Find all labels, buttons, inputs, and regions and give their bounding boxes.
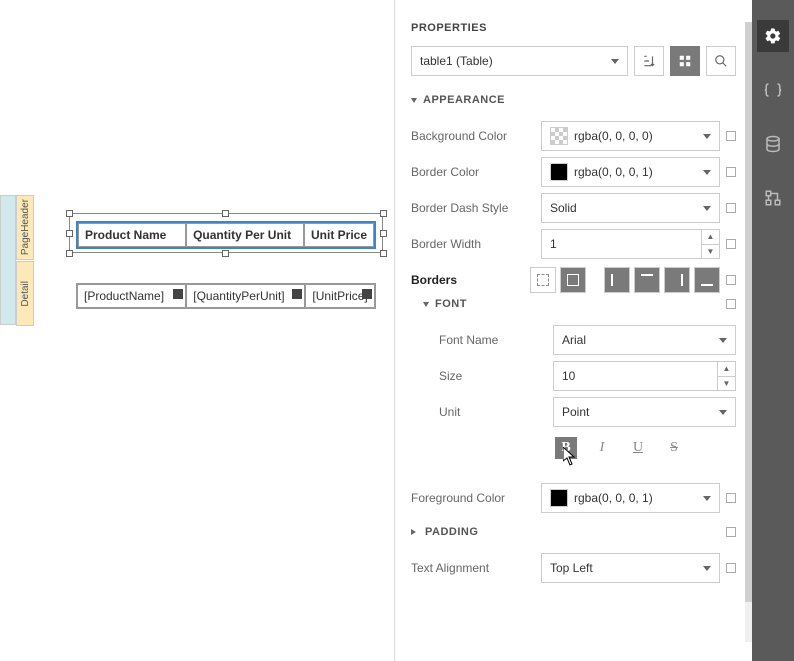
spin-up-icon[interactable]: ▲	[702, 230, 719, 245]
design-canvas[interactable]: PageHeader Detail Product Name Quantity …	[0, 0, 394, 661]
property-marker[interactable]	[726, 275, 736, 285]
spin-up-icon[interactable]: ▲	[718, 362, 735, 377]
border-top-button[interactable]	[634, 267, 660, 293]
bgcolor-dropdown[interactable]: rgba(0, 0, 0, 0)	[541, 121, 720, 151]
fontsize-input[interactable]: 10 ▲▼	[553, 361, 736, 391]
prop-label: Foreground Color	[411, 491, 541, 505]
sort-button[interactable]	[634, 46, 664, 76]
table-cell[interactable]: Quantity Per Unit	[186, 223, 304, 247]
color-swatch-icon	[550, 489, 568, 507]
triangle-right-icon	[411, 529, 419, 535]
borderdash-dropdown[interactable]: Solid	[541, 193, 720, 223]
property-marker[interactable]	[726, 299, 736, 309]
spin-down-icon[interactable]: ▼	[718, 377, 735, 391]
property-marker[interactable]	[726, 203, 736, 213]
right-toolbar	[752, 0, 794, 661]
chevron-down-icon	[703, 206, 711, 211]
property-marker[interactable]	[726, 167, 736, 177]
categorize-button[interactable]	[670, 46, 700, 76]
band-pageheader[interactable]: PageHeader	[16, 195, 34, 260]
fontunit-dropdown[interactable]: Point	[553, 397, 736, 427]
table-cell[interactable]: Product Name	[78, 223, 186, 247]
table-cell[interactable]: [UnitPrice]	[305, 284, 375, 308]
table-cell[interactable]: Unit Price	[304, 223, 374, 247]
vertical-ruler	[0, 195, 16, 325]
object-selector-dropdown[interactable]: table1 (Table)	[411, 46, 628, 76]
fgcolor-dropdown[interactable]: rgba(0, 0, 0, 1)	[541, 483, 720, 513]
report-explorer-tab-icon[interactable]	[757, 182, 789, 214]
properties-panel: PROPERTIES table1 (Table) APPEARANCE Bac…	[394, 0, 752, 661]
section-font[interactable]: FONT	[423, 298, 736, 310]
prop-label: Border Dash Style	[411, 201, 541, 215]
fontname-dropdown[interactable]: Arial	[553, 325, 736, 355]
prop-label: Border Color	[411, 165, 541, 179]
band-label-pageheader: PageHeader	[20, 199, 31, 255]
smart-tag-icon[interactable]	[292, 289, 302, 299]
prop-label: Border Width	[411, 237, 541, 251]
prop-label: Size	[423, 369, 553, 383]
chevron-down-icon	[703, 566, 711, 571]
expressions-tab-icon[interactable]	[757, 74, 789, 106]
search-button[interactable]	[706, 46, 736, 76]
color-swatch-icon	[550, 163, 568, 181]
color-swatch-icon	[550, 127, 568, 145]
border-all-button[interactable]	[560, 267, 586, 293]
table-header-row[interactable]: Product Name Quantity Per Unit Unit Pric…	[76, 221, 376, 249]
triangle-down-icon	[423, 302, 429, 307]
property-marker[interactable]	[726, 131, 736, 141]
chevron-down-icon	[719, 338, 727, 343]
spin-down-icon[interactable]: ▼	[702, 245, 719, 259]
border-right-button[interactable]	[664, 267, 690, 293]
property-marker[interactable]	[726, 493, 736, 503]
borderwidth-input[interactable]: 1 ▲▼	[541, 229, 720, 259]
table-detail-row[interactable]: [ProductName] [QuantityPerUnit] [UnitPri…	[76, 283, 376, 309]
design-area[interactable]: Product Name Quantity Per Unit Unit Pric…	[34, 195, 394, 325]
smart-tag-icon[interactable]	[362, 289, 372, 299]
chevron-down-icon	[703, 496, 711, 501]
prop-label: Background Color	[411, 129, 541, 143]
italic-button[interactable]: I	[591, 437, 613, 459]
smart-tag-icon[interactable]	[173, 289, 183, 299]
panel-title: PROPERTIES	[411, 22, 736, 34]
property-marker[interactable]	[726, 239, 736, 249]
prop-label: Font Name	[423, 333, 553, 347]
prop-label: Unit	[423, 405, 553, 419]
border-none-button[interactable]	[530, 267, 556, 293]
section-appearance[interactable]: APPEARANCE	[411, 94, 736, 106]
prop-label: Borders	[411, 273, 530, 287]
triangle-down-icon	[411, 98, 417, 103]
chevron-down-icon	[719, 410, 727, 415]
border-left-button[interactable]	[604, 267, 630, 293]
properties-tab-icon[interactable]	[757, 20, 789, 52]
band-detail[interactable]: Detail	[16, 261, 34, 326]
prop-label: Text Alignment	[411, 561, 541, 575]
bordercolor-dropdown[interactable]: rgba(0, 0, 0, 1)	[541, 157, 720, 187]
property-marker[interactable]	[726, 563, 736, 573]
section-padding[interactable]: PADDING	[411, 526, 736, 538]
strikethrough-button[interactable]: S	[663, 437, 685, 459]
band-label-detail: Detail	[20, 281, 31, 307]
table-cell[interactable]: [QuantityPerUnit]	[186, 284, 305, 308]
property-marker[interactable]	[726, 527, 736, 537]
chevron-down-icon	[703, 134, 711, 139]
panel-scrollbar[interactable]	[745, 22, 752, 642]
border-bottom-button[interactable]	[694, 267, 720, 293]
chevron-down-icon	[703, 170, 711, 175]
table-cell[interactable]: [ProductName]	[77, 284, 186, 308]
underline-button[interactable]: U	[627, 437, 649, 459]
chevron-down-icon	[611, 59, 619, 64]
object-selector-value: table1 (Table)	[420, 54, 493, 68]
bold-button[interactable]: B	[555, 437, 577, 459]
data-tab-icon[interactable]	[757, 128, 789, 160]
textalign-dropdown[interactable]: Top Left	[541, 553, 720, 583]
